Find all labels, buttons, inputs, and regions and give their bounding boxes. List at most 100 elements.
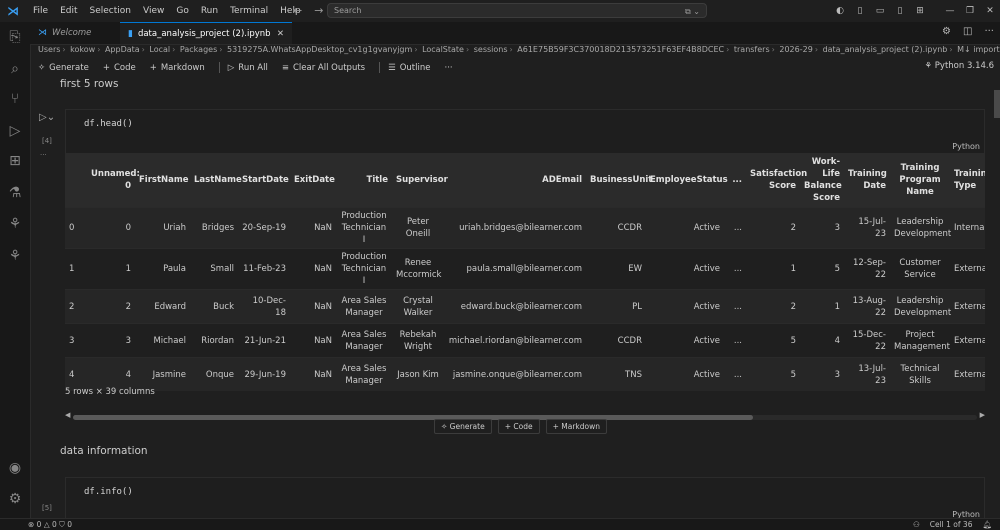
- breadcrumb-item[interactable]: transfers: [734, 45, 770, 54]
- table-cell: Active: [646, 289, 724, 324]
- add-code-button[interactable]: + Code: [103, 63, 136, 73]
- command-center-search[interactable]: Search ⧉ ⌄: [327, 3, 707, 18]
- account-icon[interactable]: ◉: [6, 459, 24, 477]
- layout-sidebar-icon[interactable]: ▯: [850, 6, 870, 16]
- table-cell: Renee Mccormick: [392, 248, 444, 290]
- table-cell: Uriah: [135, 207, 190, 249]
- run-all-button[interactable]: ▷ Run All: [228, 63, 268, 73]
- breadcrumb-item[interactable]: LocalState: [422, 45, 464, 54]
- split-editor-icon[interactable]: ◫: [963, 26, 972, 37]
- python-env-icon[interactable]: ⚘: [6, 247, 24, 265]
- source-control-icon[interactable]: ⑂: [6, 90, 24, 108]
- insert-code-button[interactable]: + Code: [497, 419, 540, 434]
- add-markdown-button[interactable]: + Markdown: [150, 63, 205, 73]
- code-cell-head[interactable]: df.head() Python: [65, 109, 985, 155]
- close-icon[interactable]: ✕: [277, 29, 284, 39]
- markdown-cell-data-information[interactable]: data information: [60, 445, 148, 457]
- explorer-icon[interactable]: ⎘: [6, 28, 24, 46]
- scroll-thumb[interactable]: [994, 90, 1000, 118]
- notebook-vertical-scrollbar[interactable]: [992, 76, 1000, 518]
- dataframe-table: Unnamed: 0 FirstName LastName StartDate …: [65, 153, 985, 391]
- table-cell: Area Sales Manager: [336, 289, 392, 324]
- column-header: EmployeeStatus: [650, 175, 728, 185]
- breadcrumb-item[interactable]: Local: [149, 45, 170, 54]
- run-cell-icon[interactable]: ▷⌄: [39, 112, 55, 123]
- extensions-icon[interactable]: ⊞: [6, 152, 24, 170]
- output-more-icon[interactable]: ···: [40, 151, 47, 159]
- code-text[interactable]: df.head(): [84, 119, 133, 129]
- ports-count: 0: [67, 520, 72, 529]
- table-cell: 2: [746, 207, 800, 249]
- menu-run[interactable]: Run: [195, 6, 224, 16]
- copilot-icon[interactable]: ⧉ ⌄: [685, 5, 700, 18]
- plus-icon: +: [552, 422, 562, 431]
- python-icon[interactable]: ⚘: [6, 215, 24, 233]
- search-icon[interactable]: ⌕: [6, 60, 24, 78]
- scroll-left-icon[interactable]: ◀: [65, 411, 70, 419]
- breadcrumb-item[interactable]: kokow: [70, 45, 95, 54]
- code-cell-info[interactable]: df.info() Python: [65, 477, 985, 518]
- generate-button[interactable]: ✧ Generate: [38, 63, 89, 73]
- table-cell: External: [950, 357, 985, 391]
- column-header: Satisfaction Score: [750, 169, 808, 191]
- minimize-icon[interactable]: —: [940, 6, 960, 16]
- menu-file[interactable]: File: [27, 6, 54, 16]
- markdown-cell-first-5-rows[interactable]: first 5 rows: [60, 78, 118, 90]
- menu-edit[interactable]: Edit: [54, 6, 83, 16]
- copilot-status-icon[interactable]: ⚇: [913, 519, 920, 530]
- breadcrumb-item[interactable]: M↓ import the libraries: [957, 45, 1000, 54]
- tab-welcome[interactable]: ⋊ Welcome: [30, 22, 120, 44]
- cell-language[interactable]: Python: [952, 142, 980, 151]
- insert-markdown-button[interactable]: + Markdown: [545, 419, 607, 434]
- breadcrumb-item[interactable]: 5319275A.WhatsAppDesktop_cv1g1gvanyjgm: [227, 45, 412, 54]
- kernel-picker[interactable]: ⚘ Python 3.14.6: [924, 61, 994, 71]
- layout-secondary-icon[interactable]: ▯: [890, 6, 910, 16]
- outline-label: Outline: [399, 62, 431, 73]
- menu-selection[interactable]: Selection: [84, 6, 137, 16]
- notifications-icon[interactable]: 🔔︎: [982, 519, 992, 530]
- outline-button[interactable]: ☰ Outline: [388, 63, 430, 73]
- menu-terminal[interactable]: Terminal: [224, 6, 274, 16]
- window-controls: ◐ ▯ ▭ ▯ ⊞ — ❐ ✕: [830, 0, 1000, 22]
- cell-position[interactable]: Cell 1 of 36: [930, 519, 973, 530]
- settings-gear-icon[interactable]: ⚙: [6, 490, 24, 508]
- breadcrumb-item[interactable]: sessions: [474, 45, 508, 54]
- table-cell: 5: [746, 357, 800, 391]
- breadcrumb-item[interactable]: AppData: [105, 45, 140, 54]
- close-window-icon[interactable]: ✕: [980, 6, 1000, 16]
- status-problems[interactable]: ⊗ 0 △ 0 ⛉ 0: [28, 519, 72, 530]
- testing-icon[interactable]: ⚗: [6, 184, 24, 202]
- column-header: Work-Life Balance Score: [804, 157, 842, 203]
- table-cell: Area Sales Manager: [336, 357, 392, 391]
- plus-icon: +: [102, 62, 110, 73]
- table-cell: ...: [724, 289, 746, 324]
- menu-go[interactable]: Go: [170, 6, 194, 16]
- code-text[interactable]: df.info(): [84, 487, 133, 497]
- more-actions-icon[interactable]: ···: [984, 26, 994, 37]
- scroll-thumb[interactable]: [73, 415, 753, 420]
- insert-generate-button[interactable]: ✧ Generate: [434, 419, 492, 434]
- accounts-icon[interactable]: ◐: [830, 6, 850, 16]
- table-cell: 1: [746, 248, 800, 290]
- scroll-right-icon[interactable]: ▶: [980, 411, 985, 419]
- menu-view[interactable]: View: [137, 6, 170, 16]
- tab-notebook[interactable]: ▮ data_analysis_project (2).ipynb ✕: [120, 22, 292, 44]
- table-cell: 11-Feb-23: [238, 248, 290, 290]
- clear-outputs-button[interactable]: ≡ Clear All Outputs: [282, 63, 365, 73]
- breadcrumb-item[interactable]: Users: [38, 45, 60, 54]
- forward-arrow-icon[interactable]: →: [314, 4, 323, 17]
- maximize-icon[interactable]: ❐: [960, 6, 980, 16]
- run-debug-icon[interactable]: ▷: [6, 122, 24, 140]
- gear-icon[interactable]: ⚙: [942, 26, 951, 37]
- cell-language[interactable]: Python: [952, 510, 980, 518]
- breadcrumb-item[interactable]: Packages: [180, 45, 217, 54]
- customize-layout-icon[interactable]: ⊞: [910, 6, 930, 16]
- breadcrumb-item[interactable]: data_analysis_project (2).ipynb: [823, 45, 948, 54]
- toolbar-more-button[interactable]: ···: [445, 63, 453, 73]
- table-cell: Peter Oneill: [392, 207, 444, 249]
- breadcrumb-item[interactable]: 2026-29: [779, 45, 812, 54]
- table-cell: External: [950, 248, 985, 290]
- breadcrumb-item[interactable]: A61E75B59F3C370018D213573251F63EF4B8DCEC: [517, 45, 724, 54]
- layout-panel-icon[interactable]: ▭: [870, 6, 890, 16]
- back-arrow-icon[interactable]: ←: [293, 4, 302, 17]
